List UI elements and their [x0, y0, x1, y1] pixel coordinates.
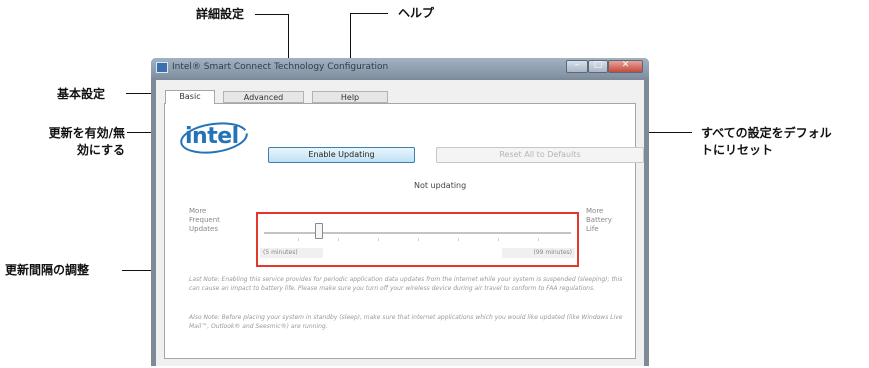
standby-note-text: Also Note: Before placing your system in…	[189, 314, 623, 330]
minimize-button[interactable]: –	[566, 60, 588, 73]
left-label-line1: More	[189, 207, 207, 215]
slider-tick	[298, 238, 299, 241]
slider-tick	[378, 238, 379, 241]
enable-updating-button[interactable]: Enable Updating	[268, 147, 415, 163]
slider-min-label: (5 minutes)	[260, 248, 323, 258]
left-label-line3: Updates	[189, 225, 218, 233]
right-label-line3: Life	[586, 225, 599, 233]
intel-logo: intel	[179, 120, 249, 156]
update-status-text: Not updating	[414, 181, 467, 190]
close-button[interactable]: ✕	[608, 60, 643, 73]
title-bar[interactable]: Intel® Smart Connect Technology Configur…	[151, 58, 649, 78]
app-icon	[156, 62, 168, 73]
slider-tick	[458, 238, 459, 241]
right-label-line1: More	[586, 207, 604, 215]
maximize-icon: □	[593, 60, 603, 70]
window-title: Intel® Smart Connect Technology Configur…	[172, 62, 389, 72]
callout-advanced: 詳細設定	[196, 7, 245, 21]
callout-enable-updating: 更新を有効/無 効にする	[14, 125, 125, 159]
callout-reset-line2: トにリセット	[701, 143, 774, 157]
slider-max-label: (99 minutes)	[502, 248, 575, 258]
slider-tick	[418, 238, 419, 241]
leader-help-h	[350, 13, 388, 14]
close-icon: ✕	[621, 60, 630, 70]
more-frequent-label: More Frequent Updates	[189, 207, 220, 234]
minimize-icon: –	[574, 60, 580, 70]
callout-enable-line1: 更新を有効/無	[48, 126, 125, 140]
reset-defaults-button[interactable]: Reset All to Defaults	[436, 147, 644, 163]
callout-enable-line2: 効にする	[76, 143, 125, 157]
slider-tick	[338, 238, 339, 241]
tab-help[interactable]: Help	[312, 91, 388, 103]
callout-update-interval: 更新間隔の調整	[5, 263, 90, 277]
update-interval-slider-highlight: (5 minutes) (99 minutes)	[256, 212, 579, 267]
left-label-line2: Frequent	[189, 216, 220, 224]
callout-reset-defaults: すべての設定をデフォル トにリセット	[701, 125, 832, 159]
slider-tick	[538, 238, 539, 241]
callout-basic: 基本設定	[57, 87, 106, 101]
callout-reset-line1: すべての設定をデフォル	[701, 126, 832, 140]
basic-settings-panel: intel Enable Updating Reset All to Defau…	[164, 103, 644, 359]
tab-basic[interactable]: Basic	[165, 90, 215, 104]
maximize-button[interactable]: □	[588, 60, 608, 73]
leader-advanced-h	[255, 14, 288, 15]
battery-note-text: Last Note: Enabling this service provide…	[189, 276, 623, 292]
update-interval-slider-thumb[interactable]	[315, 223, 323, 239]
callout-help: ヘルプ	[398, 6, 435, 20]
slider-tick	[498, 238, 499, 241]
app-window: Intel® Smart Connect Technology Configur…	[151, 58, 649, 366]
right-label-line2: Battery	[586, 216, 612, 224]
window-client-area: Basic Advanced Help intel Enable Updatin…	[156, 80, 644, 366]
tab-advanced[interactable]: Advanced	[223, 91, 304, 103]
more-battery-label: More Battery Life	[586, 207, 612, 234]
slider-track[interactable]	[264, 232, 571, 234]
intel-logo-text: intel	[185, 124, 239, 149]
